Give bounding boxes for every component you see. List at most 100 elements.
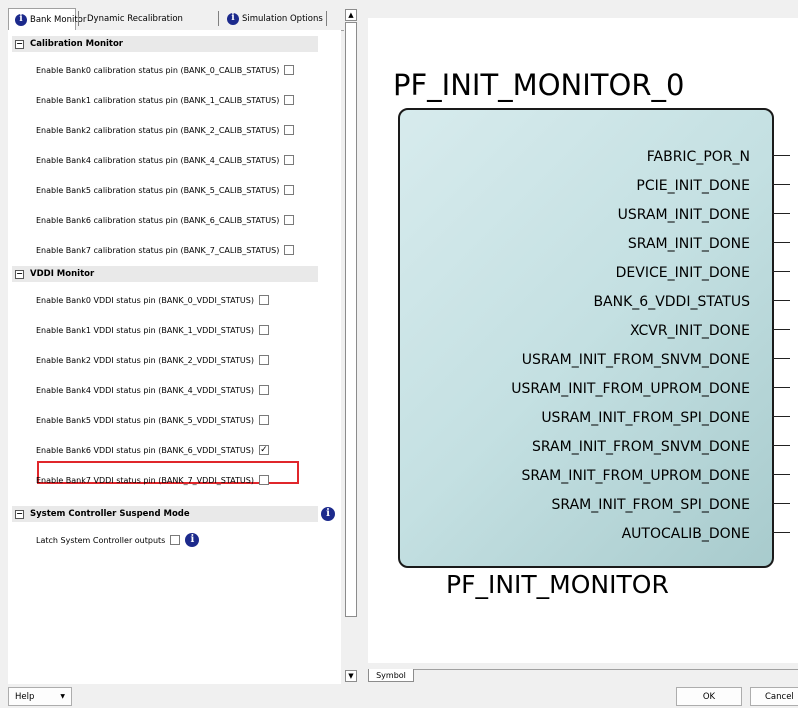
port-pin: [772, 387, 790, 388]
info-icon: i: [227, 12, 239, 25]
cancel-button[interactable]: Cancel: [750, 687, 798, 706]
options-content: − Calibration Monitor Enable Bank0 calib…: [8, 30, 341, 684]
bank6-vddi-checkbox[interactable]: ✓: [258, 444, 269, 455]
symbol-view: PF_INIT_MONITOR_0 FABRIC_POR_N PCIE_INIT…: [368, 18, 798, 663]
option-label: Enable Bank0 VDDI status pin (BANK_0_VDD…: [36, 295, 254, 305]
option-label: Enable Bank7 VDDI status pin (BANK_7_VDD…: [36, 475, 254, 485]
scroll-down-icon[interactable]: ▼: [345, 670, 357, 682]
section-title: System Controller Suspend Mode: [30, 509, 190, 519]
bank6-calib-checkbox[interactable]: [284, 215, 295, 225]
port-pin: [772, 329, 790, 330]
tab-bank-monitor[interactable]: i Bank Monitor: [8, 8, 86, 31]
tab-bar: i Bank Monitor Dynamic Recalibration i S…: [8, 8, 353, 31]
tab-separator: [78, 11, 79, 26]
configuration-panel: i Bank Monitor Dynamic Recalibration i S…: [8, 8, 360, 684]
option-label: Latch System Controller outputs: [36, 535, 166, 545]
bank1-calib-checkbox[interactable]: [284, 95, 295, 105]
option-bank4-calib[interactable]: Enable Bank4 calibration status pin (BAN…: [36, 153, 295, 167]
section-header-calibration-monitor[interactable]: − Calibration Monitor: [12, 36, 318, 52]
port-label: USRAM_INIT_FROM_UPROM_DONE: [511, 381, 750, 397]
port-pin: [772, 416, 790, 417]
tab-symbol[interactable]: Symbol: [368, 669, 414, 682]
component-name: PF_INIT_MONITOR: [446, 570, 669, 599]
port-pin: [772, 213, 790, 214]
option-bank1-calib[interactable]: Enable Bank1 calibration status pin (BAN…: [36, 93, 295, 107]
option-bank0-calib[interactable]: Enable Bank0 calibration status pin (BAN…: [36, 63, 295, 77]
dropdown-arrow-icon: ▼: [60, 693, 65, 700]
option-label: Enable Bank5 VDDI status pin (BANK_5_VDD…: [36, 415, 254, 425]
option-bank5-vddi[interactable]: Enable Bank5 VDDI status pin (BANK_5_VDD…: [36, 413, 269, 427]
option-bank5-calib[interactable]: Enable Bank5 calibration status pin (BAN…: [36, 183, 295, 197]
port-pin: [772, 358, 790, 359]
option-label: Enable Bank4 VDDI status pin (BANK_4_VDD…: [36, 385, 254, 395]
option-label: Enable Bank2 calibration status pin (BAN…: [36, 125, 280, 135]
port-label: FABRIC_POR_N: [646, 149, 750, 165]
bank0-vddi-checkbox[interactable]: [258, 295, 269, 305]
bank0-calib-checkbox[interactable]: [284, 65, 295, 75]
option-label: Enable Bank4 calibration status pin (BAN…: [36, 155, 280, 165]
tab-label: Symbol: [376, 670, 406, 680]
option-bank7-vddi[interactable]: Enable Bank7 VDDI status pin (BANK_7_VDD…: [36, 473, 269, 487]
tab-strip-line: [414, 669, 798, 670]
collapse-icon[interactable]: −: [15, 509, 24, 519]
component-block[interactable]: FABRIC_POR_N PCIE_INIT_DONE USRAM_INIT_D…: [398, 108, 774, 568]
section-header-suspend-mode[interactable]: − System Controller Suspend Mode: [12, 506, 318, 522]
latch-outputs-checkbox[interactable]: [170, 535, 181, 545]
option-bank2-calib[interactable]: Enable Bank2 calibration status pin (BAN…: [36, 123, 295, 137]
port-pin: [772, 445, 790, 446]
port-label: SRAM_INIT_DONE: [627, 236, 750, 252]
port-pin: [772, 184, 790, 185]
option-bank6-calib[interactable]: Enable Bank6 calibration status pin (BAN…: [36, 213, 295, 227]
option-label: Enable Bank6 VDDI status pin (BANK_6_VDD…: [36, 445, 254, 455]
port-label: SRAM_INIT_FROM_UPROM_DONE: [521, 468, 751, 484]
option-label: Enable Bank7 calibration status pin (BAN…: [36, 245, 280, 255]
bank4-vddi-checkbox[interactable]: [258, 385, 269, 395]
option-bank6-vddi[interactable]: Enable Bank6 VDDI status pin (BANK_6_VDD…: [36, 443, 269, 457]
port-label: USRAM_INIT_FROM_SPI_DONE: [541, 410, 750, 426]
option-bank0-vddi[interactable]: Enable Bank0 VDDI status pin (BANK_0_VDD…: [36, 293, 269, 307]
section-header-vddi-monitor[interactable]: − VDDI Monitor: [12, 266, 318, 282]
bank5-calib-checkbox[interactable]: [284, 185, 295, 195]
tab-simulation-options[interactable]: i Simulation Options: [221, 8, 329, 29]
tab-dynamic-recalibration[interactable]: Dynamic Recalibration: [81, 8, 189, 29]
scroll-up-icon[interactable]: ▲: [345, 9, 357, 21]
scroll-thumb[interactable]: [345, 22, 357, 617]
vertical-scrollbar[interactable]: ▲ ▼: [344, 8, 358, 684]
port-label: SRAM_INIT_FROM_SPI_DONE: [551, 497, 750, 513]
checkmark-icon: ✓: [260, 444, 268, 455]
bank5-vddi-checkbox[interactable]: [258, 415, 269, 425]
cancel-label: Cancel: [765, 691, 794, 702]
bank1-vddi-checkbox[interactable]: [258, 325, 269, 335]
info-icon[interactable]: i: [185, 533, 200, 547]
port-pin: [772, 474, 790, 475]
collapse-icon[interactable]: −: [15, 39, 24, 49]
option-label: Enable Bank6 calibration status pin (BAN…: [36, 215, 280, 225]
ok-label: OK: [702, 691, 716, 702]
port-label: SRAM_INIT_FROM_SNVM_DONE: [532, 439, 750, 455]
bank2-calib-checkbox[interactable]: [284, 125, 295, 135]
bank4-calib-checkbox[interactable]: [284, 155, 295, 165]
option-latch-outputs[interactable]: Latch System Controller outputs i: [36, 533, 200, 547]
tab-separator: [326, 11, 327, 26]
option-bank1-vddi[interactable]: Enable Bank1 VDDI status pin (BANK_1_VDD…: [36, 323, 269, 337]
port-label: AUTOCALIB_DONE: [621, 526, 750, 542]
ok-button[interactable]: OK: [676, 687, 742, 706]
option-label: Enable Bank1 calibration status pin (BAN…: [36, 95, 280, 105]
option-label: Enable Bank5 calibration status pin (BAN…: [36, 185, 280, 195]
port-pin: [772, 271, 790, 272]
bank7-vddi-checkbox[interactable]: [258, 475, 269, 485]
option-bank2-vddi[interactable]: Enable Bank2 VDDI status pin (BANK_2_VDD…: [36, 353, 269, 367]
option-label: Enable Bank1 VDDI status pin (BANK_1_VDD…: [36, 325, 254, 335]
port-label: USRAM_INIT_FROM_SNVM_DONE: [521, 352, 750, 368]
help-button[interactable]: Help ▼: [8, 687, 72, 706]
collapse-icon[interactable]: −: [15, 269, 24, 279]
option-label: Enable Bank2 VDDI status pin (BANK_2_VDD…: [36, 355, 254, 365]
port-pin: [772, 155, 790, 156]
option-bank4-vddi[interactable]: Enable Bank4 VDDI status pin (BANK_4_VDD…: [36, 383, 269, 397]
info-icon[interactable]: i: [321, 507, 335, 521]
bank2-vddi-checkbox[interactable]: [258, 355, 269, 365]
option-bank7-calib[interactable]: Enable Bank7 calibration status pin (BAN…: [36, 243, 295, 257]
port-pin: [772, 532, 790, 533]
bank7-calib-checkbox[interactable]: [284, 245, 295, 255]
help-label: Help: [15, 691, 35, 702]
